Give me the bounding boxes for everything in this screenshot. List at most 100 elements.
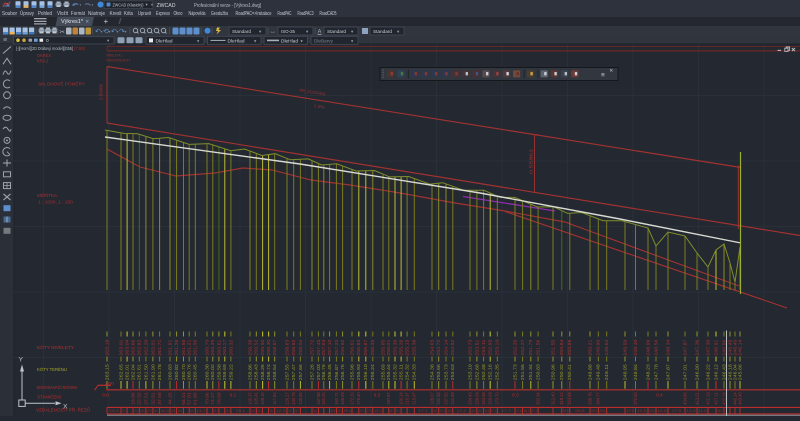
svg-text:ZWCAD (Klasický): ZWCAD (Klasický) [113,3,144,9]
svg-text:KÓTY NIVELETY: KÓTY NIVELETY [37,344,74,350]
svg-text:252.93: 252.93 [488,339,493,356]
svg-text:0.1: 0.1 [230,393,237,398]
svg-text:DleHlad: DleHlad [281,38,298,44]
svg-text:0.4: 0.4 [656,393,663,398]
svg-text:Nástroje: Nástroje [88,11,105,17]
svg-text:255.38: 255.38 [412,339,417,356]
svg-text:0.2: 0.2 [374,393,381,398]
svg-text:SKLONOVÉ POMĚRY: SKLONOVÉ POMĚRY [38,79,85,86]
svg-text:260: 260 [105,382,114,386]
svg-text:250.21: 250.21 [587,339,592,356]
svg-text:11.0: 11.0 [698,409,707,413]
svg-text:261.06: 261.06 [193,339,198,356]
svg-text:257.45: 257.45 [316,339,321,356]
svg-text:257.10: 257.10 [327,339,332,356]
svg-text:257.23: 257.23 [334,339,339,356]
svg-text:255.11: 255.11 [399,364,404,381]
svg-text:≡: ≡ [601,72,605,79]
svg-text:Formát: Formát [71,11,85,17]
svg-text:312.40: 312.40 [550,392,555,405]
svg-text:247.01: 247.01 [682,364,687,381]
svg-text:2.50000: 2.50000 [99,83,104,100]
svg-text:255.69: 255.69 [380,364,385,381]
svg-text:260.32: 260.32 [228,339,233,356]
svg-text:255.39: 255.39 [392,339,397,356]
svg-text:248.34: 248.34 [665,339,670,356]
svg-text:Standard: Standard [373,29,392,35]
svg-text:0.0: 0.0 [102,393,109,398]
svg-text:07.6: 07.6 [516,409,521,413]
svg-text:232.58: 232.58 [436,392,441,405]
svg-text:256.83: 256.83 [356,339,361,356]
svg-text:06.1: 06.1 [122,409,126,413]
svg-text:06.1: 06.1 [226,409,230,413]
svg-text:247.78: 247.78 [653,364,658,381]
svg-text:27.61: 27.61 [143,392,148,405]
svg-text:249.40: 249.40 [633,339,638,356]
svg-text:256.61: 256.61 [349,339,354,356]
svg-text:262.65: 262.65 [118,364,123,381]
svg-text:109.16: 109.16 [260,392,265,405]
svg-text:215.47: 215.47 [412,392,417,405]
svg-text:255.44: 255.44 [386,364,391,381]
svg-text:258.86: 258.86 [247,364,252,381]
svg-text:07.3: 07.3 [440,409,445,413]
svg-text:61.86: 61.86 [193,392,198,405]
svg-text:11.7: 11.7 [197,409,206,413]
svg-text:12.0: 12.0 [686,409,696,413]
svg-text:338.78: 338.78 [587,392,592,405]
svg-text:254.14: 254.14 [443,339,448,356]
svg-text:105.41: 105.41 [254,392,259,405]
svg-text:251.34: 251.34 [528,364,533,381]
svg-text:259.69: 259.69 [474,392,479,405]
svg-text:147.98: 147.98 [316,392,321,405]
svg-text:DleHlad: DleHlad [156,38,173,44]
svg-text:256.67: 256.67 [363,339,368,356]
svg-text:258.43: 258.43 [254,364,259,381]
svg-text:259.38: 259.38 [247,339,252,356]
svg-text:255.85: 255.85 [380,339,385,356]
svg-text:210.37: 210.37 [405,392,410,405]
svg-text:258.63: 258.63 [284,339,289,356]
svg-text:08.4: 08.4 [600,409,606,413]
svg-text:249.64: 249.64 [604,339,609,356]
svg-text:253.51: 253.51 [474,339,479,356]
svg-text:44.29: 44.29 [167,392,172,405]
svg-text:260.61: 260.61 [216,339,221,356]
svg-text:263.01: 263.01 [118,339,123,356]
svg-text:252.35: 252.35 [495,364,500,381]
svg-text:248.56: 248.56 [653,339,658,356]
svg-text:251.56: 251.56 [536,339,541,356]
svg-text:206.14: 206.14 [399,392,404,405]
svg-text:06.7: 06.7 [295,409,299,413]
svg-text:261.21: 261.21 [187,339,192,356]
svg-text:1 : 1000, 1 : 100: 1 : 1000, 1 : 100 [38,199,73,204]
svg-text:KÓTY TERÉNU: KÓTY TERÉNU [37,366,67,372]
svg-text:261.50: 261.50 [181,339,186,356]
svg-text:256.10: 256.10 [363,364,368,381]
svg-text:256.45: 256.45 [370,339,375,356]
svg-text:06.2: 06.2 [390,409,394,413]
svg-text:17.2: 17.2 [457,409,467,413]
svg-text:256.45: 256.45 [327,364,332,381]
svg-text:10.5: 10.5 [626,409,634,413]
svg-text:126.27: 126.27 [284,392,289,405]
svg-text:262.66: 262.66 [130,339,135,356]
svg-text:256.92: 256.92 [340,339,345,356]
svg-text:237.65: 237.65 [443,392,448,405]
svg-text:06.1: 06.1 [190,409,194,413]
svg-text:▾: ▾ [125,29,127,34]
svg-text:54.41: 54.41 [181,392,186,405]
svg-text:STANIČENÍ: STANIČENÍ [37,393,62,399]
svg-text:260.70: 260.70 [181,364,186,381]
svg-text:253.73: 253.73 [443,364,448,381]
svg-text:DleBarvy: DleBarvy [314,38,334,44]
svg-text:249.11: 249.11 [604,364,609,381]
svg-text:252.48: 252.48 [481,364,486,381]
svg-text:Nápověda: Nápověda [189,11,207,17]
svg-text:×: × [150,2,153,8]
svg-text:135.56: 135.56 [298,392,303,405]
svg-text:78.89: 78.89 [216,392,221,405]
svg-text:254.72: 254.72 [436,339,441,356]
svg-text:RoadCAD5: RoadCAD5 [320,11,337,17]
